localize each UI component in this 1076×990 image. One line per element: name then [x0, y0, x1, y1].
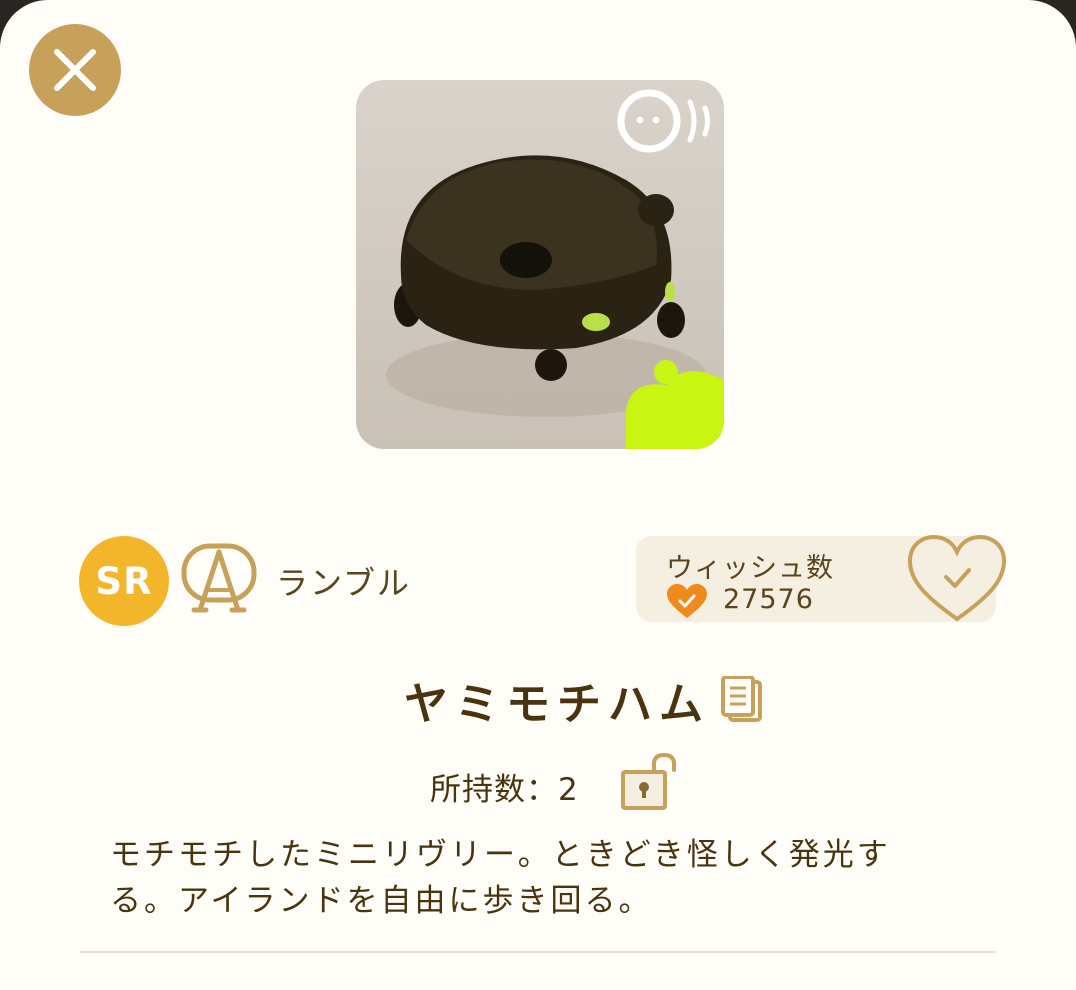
character-detail-sheet: SR ランブル ウィッシュ数 27576 ヤミモチハム 所持数：2 モチモチした… [0, 0, 1076, 990]
owned-count: 所持数：2 [430, 772, 579, 808]
heart-check-icon [667, 584, 707, 618]
character-portrait [356, 80, 724, 449]
unlock-icon[interactable] [620, 752, 682, 812]
character-description: モチモチしたミニリヴリー。ときどき怪しく発光する。アイランドを自由に歩き回る。 [110, 837, 891, 919]
wish-label: ウィッシュ数 [666, 553, 834, 584]
type-name: ランブル [276, 564, 412, 602]
rumble-type-icon [181, 543, 257, 613]
wish-button[interactable] [906, 533, 1008, 625]
close-icon [54, 49, 96, 91]
character-name: ヤミモチハム [404, 679, 710, 730]
copy-icon[interactable] [720, 676, 764, 724]
wish-count-value: 27576 [723, 584, 814, 615]
close-button[interactable] [29, 24, 121, 116]
rarity-badge: SR [79, 536, 169, 626]
